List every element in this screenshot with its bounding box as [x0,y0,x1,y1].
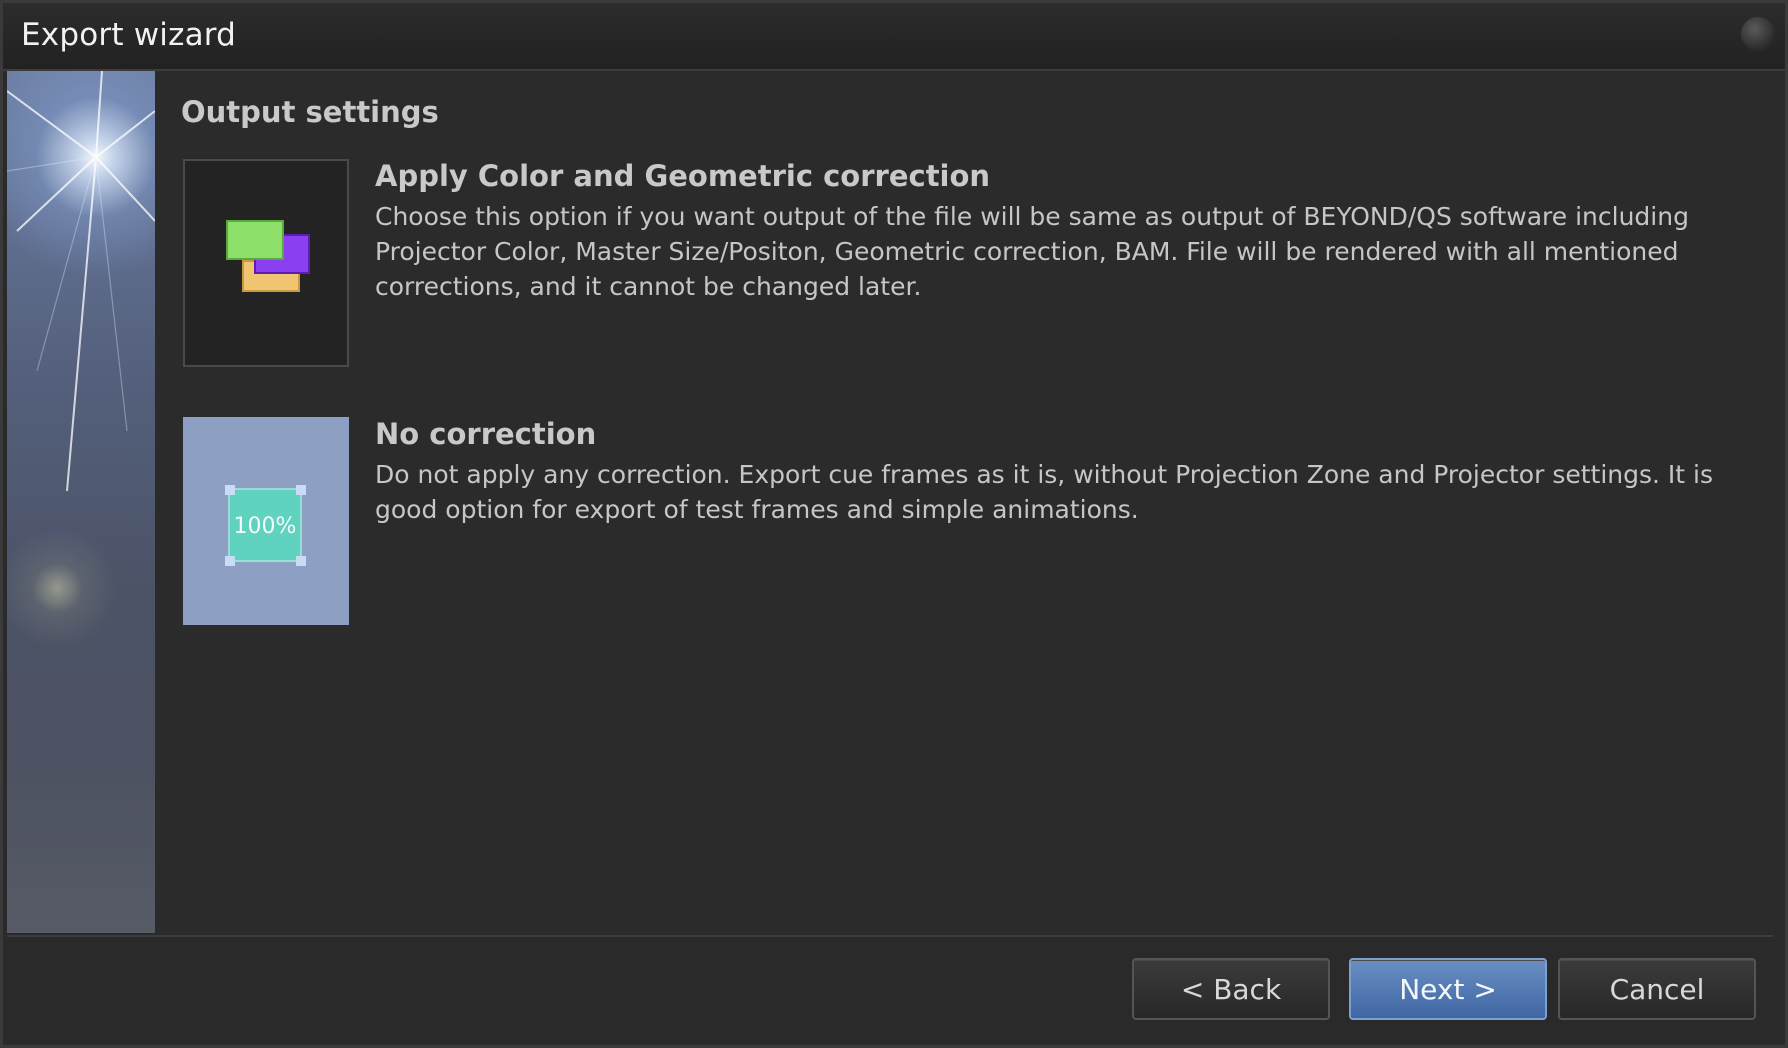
scale-100-icon: 100% [225,485,306,566]
option-description: Do not apply any correction. Export cue … [375,460,1714,524]
option-no-correction-thumb[interactable]: 100% [183,417,349,625]
option-no-correction[interactable]: 100% No correction Do not apply any corr… [183,417,1763,631]
wizard-side-banner [7,71,155,933]
back-button[interactable]: < Back [1132,958,1330,1020]
option-description: Choose this option if you want output of… [375,202,1689,301]
title-bar[interactable]: Export wizard [3,3,1785,71]
option-apply-correction-thumb[interactable] [183,159,349,367]
export-wizard-window: Export wizard Output settings Apply Colo… [0,0,1788,1048]
option-apply-correction[interactable]: Apply Color and Geometric correction Cho… [183,159,1763,371]
window-control-icon[interactable] [1741,17,1775,51]
next-button[interactable]: Next > [1349,958,1547,1020]
option-heading: No correction [375,417,597,451]
layers-icon [226,220,310,292]
scale-label: 100% [234,514,297,539]
window-title: Export wizard [21,17,237,53]
cancel-button[interactable]: Cancel [1558,958,1756,1020]
footer-divider [7,935,1773,937]
option-heading: Apply Color and Geometric correction [375,159,991,193]
starburst-icon [7,71,155,492]
section-title: Output settings [181,95,439,129]
wizard-content: Output settings Apply Color and Geometri… [155,71,1775,933]
